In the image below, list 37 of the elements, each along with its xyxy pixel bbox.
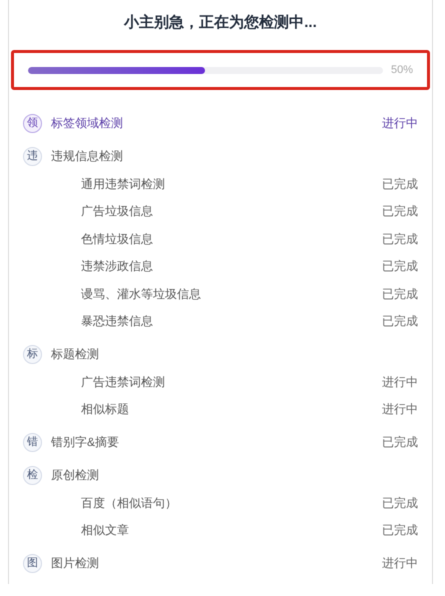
step-badge: 错 [23,432,42,452]
substep-label: 通用违禁词检测 [81,176,165,193]
substep-status: 已完成 [382,494,418,512]
step-status: 已完成 [382,434,418,451]
substep-label: 广告垃圾信息 [81,203,153,220]
substep-label: 违禁涉政信息 [81,258,153,276]
substep-status: 已完成 [382,522,418,540]
panel-title: 小主别急，正在为您检测中... [122,12,318,33]
progress-percent: 50% [390,62,413,78]
substep-status: 进行中 [382,374,418,391]
substep-label: 相似文章 [81,522,129,540]
substep-status: 已完成 [382,203,418,220]
step-status: 进行中 [382,555,418,572]
substep-status: 进行中 [382,401,418,418]
substep-status: 已完成 [382,258,418,276]
substep-label: 谩骂、灌水等垃圾信息 [81,286,201,303]
step-label: 错别字&摘要 [51,434,120,451]
step-label: 图片检测 [51,555,99,572]
step-label: 标题检测 [51,346,99,363]
substep-status: 已完成 [382,176,418,193]
step-label: 标签领域检测 [51,115,123,132]
step-badge: 标 [23,344,42,364]
step-badge: 检 [23,466,42,484]
substep-label: 暴恐违禁信息 [81,313,153,330]
substep-status: 已完成 [382,313,418,330]
substep-label: 色情垃圾信息 [81,230,153,248]
step-badge: 领 [23,114,42,132]
substep-label: 百度（相似语句） [81,494,177,512]
step-label: 原创检测 [51,467,99,484]
substep-label: 广告违禁词检测 [81,374,165,391]
substep-status: 已完成 [382,230,418,248]
substep-status: 已完成 [382,286,418,303]
substep-label: 相似标题 [81,401,129,418]
step-badge: 图 [23,554,42,572]
step-label: 违规信息检测 [51,148,123,165]
step-status: 进行中 [382,115,418,132]
step-badge: 违 [23,146,42,166]
